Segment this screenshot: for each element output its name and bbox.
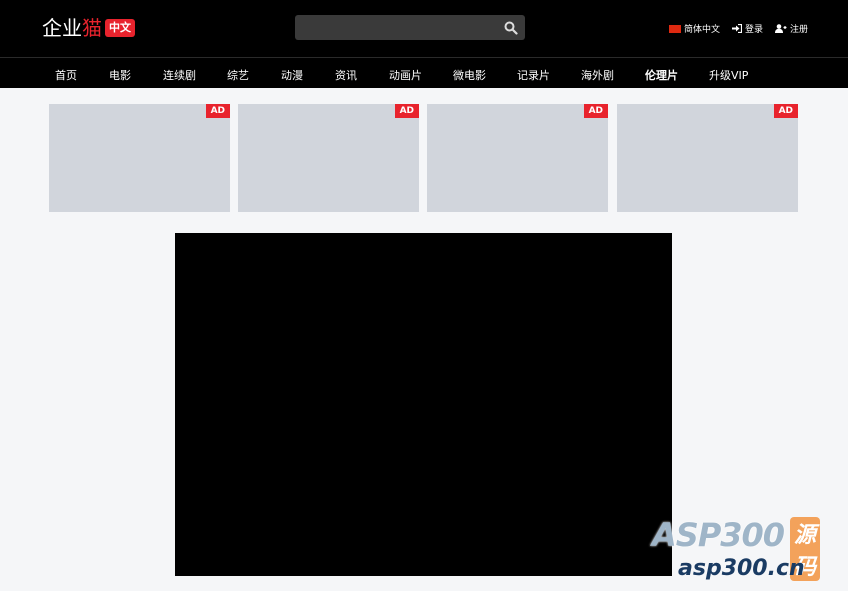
watermark-brand: ASP300 <box>652 516 785 554</box>
ad-badge: AD <box>583 104 608 118</box>
nav-item-animation[interactable]: 动画片 <box>389 67 422 83</box>
china-flag-icon <box>668 24 681 33</box>
search-input[interactable] <box>303 15 493 40</box>
nav-item-series[interactable]: 连续剧 <box>163 67 196 83</box>
language-label: 简体中文 <box>683 25 720 35</box>
login-label: 登录 <box>744 25 763 35</box>
nav-item-variety[interactable]: 综艺 <box>227 67 249 83</box>
search-box <box>295 15 525 40</box>
ad-badge: AD <box>205 104 230 118</box>
nav-item-news[interactable]: 资讯 <box>335 67 357 83</box>
nav-item-anime[interactable]: 动漫 <box>281 67 303 83</box>
logo-text-white: 企业 <box>42 16 82 40</box>
nav-item-movies[interactable]: 电影 <box>109 67 131 83</box>
ad-badge: AD <box>773 104 798 118</box>
watermark: ASP300 源码 asp300.cn <box>652 516 821 581</box>
ad-badge: AD <box>394 104 419 118</box>
language-switch[interactable]: 简体中文 <box>668 22 720 35</box>
video-player[interactable] <box>175 233 672 576</box>
logo-text-red: 猫 <box>82 16 102 40</box>
top-header: 企业 猫 中文 简体中文 登录 注册 <box>0 0 848 57</box>
nav-item-vip[interactable]: 升级VIP <box>709 67 748 83</box>
logo-badge: 中文 <box>105 19 135 37</box>
nav-item-micro-film[interactable]: 微电影 <box>453 67 486 83</box>
ad-banner-3[interactable]: AD <box>427 104 608 212</box>
site-logo[interactable]: 企业 猫 中文 <box>42 15 135 41</box>
ad-banner-1[interactable]: AD <box>49 104 230 212</box>
user-bar: 简体中文 登录 注册 <box>668 22 808 35</box>
search-button[interactable] <box>504 20 518 35</box>
nav-item-documentary[interactable]: 记录片 <box>517 67 550 83</box>
ad-banner-4[interactable]: AD <box>617 104 798 212</box>
register-label: 注册 <box>789 25 808 35</box>
watermark-url: asp300.cn <box>678 556 805 581</box>
register-link[interactable]: 注册 <box>774 22 808 35</box>
login-link[interactable]: 登录 <box>731 22 763 35</box>
user-plus-icon <box>774 24 787 33</box>
nav-item-ethics[interactable]: 伦理片 <box>645 67 678 83</box>
nav-item-home[interactable]: 首页 <box>55 67 77 83</box>
search-icon <box>504 21 518 35</box>
ad-banner-2[interactable]: AD <box>238 104 419 212</box>
nav-item-overseas[interactable]: 海外剧 <box>581 67 614 83</box>
main-nav: 首页 电影 连续剧 综艺 动漫 资讯 动画片 微电影 记录片 海外剧 伦理片 升… <box>0 57 848 88</box>
sign-in-icon <box>731 24 742 33</box>
